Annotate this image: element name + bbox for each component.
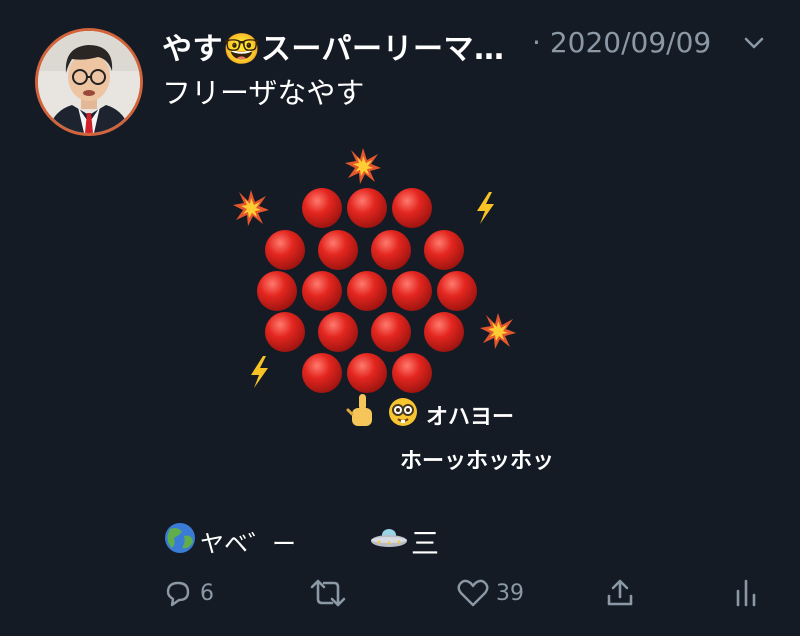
ball <box>318 312 358 352</box>
reply-icon <box>166 581 190 607</box>
retweet-icon <box>310 579 346 607</box>
like-button[interactable]: 39 <box>456 570 524 616</box>
ball <box>371 230 411 270</box>
analytics-button[interactable] <box>733 570 759 616</box>
like-icon <box>457 579 489 607</box>
ball <box>347 353 387 393</box>
ball <box>302 353 342 393</box>
ball <box>347 188 387 228</box>
ball <box>437 271 477 311</box>
like-count: 39 <box>496 580 524 606</box>
ball <box>392 188 432 228</box>
emoji-art <box>165 148 516 553</box>
ball <box>302 271 342 311</box>
ball <box>347 271 387 311</box>
tweet-actions: 6 39 <box>0 570 800 620</box>
retweet-button[interactable] <box>308 570 348 616</box>
analytics-icon <box>736 579 756 607</box>
nerd-face-icon <box>389 398 417 426</box>
lightning-icon <box>251 356 268 388</box>
collision-icon <box>480 313 516 349</box>
ball <box>265 312 305 352</box>
lightning-icon <box>477 192 494 224</box>
share-icon <box>607 579 633 606</box>
ball <box>318 230 358 270</box>
pointing-finger-icon <box>346 394 372 426</box>
bottom-left-text: ヤベ゛ー <box>200 530 296 558</box>
caption-line1: オハヨー <box>426 405 515 430</box>
bottom-right-text: 三 <box>411 527 440 560</box>
ball <box>371 312 411 352</box>
ball <box>392 271 432 311</box>
ball-cluster <box>257 188 477 393</box>
globe-icon <box>165 523 195 553</box>
caption-line2: ホーッホッホッ <box>400 449 555 474</box>
ball <box>302 188 342 228</box>
ufo-icon <box>371 529 407 547</box>
ball <box>424 230 464 270</box>
share-button[interactable] <box>604 570 636 616</box>
collision-icon <box>233 190 269 226</box>
ball <box>257 271 297 311</box>
reply-count: 6 <box>200 580 214 606</box>
ball <box>392 353 432 393</box>
reply-button[interactable]: 6 <box>162 570 214 616</box>
ball <box>265 230 305 270</box>
collision-icon <box>345 148 381 184</box>
ball <box>424 312 464 352</box>
